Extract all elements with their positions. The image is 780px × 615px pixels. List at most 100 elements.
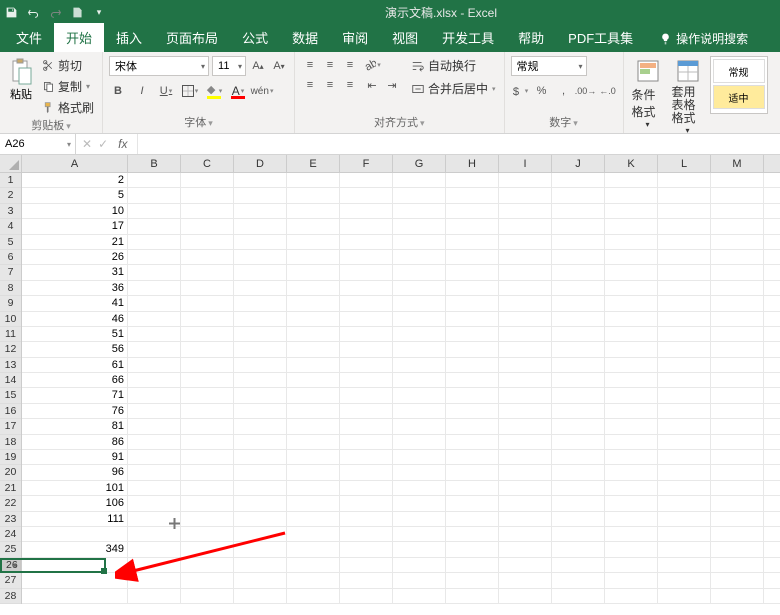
cell[interactable] [552, 496, 605, 510]
cell[interactable] [128, 573, 181, 587]
cell[interactable] [552, 589, 605, 603]
cell[interactable] [393, 465, 446, 479]
cell[interactable] [658, 235, 711, 249]
tab-file[interactable]: 文件 [4, 23, 54, 52]
cell[interactable] [446, 404, 499, 418]
cell[interactable] [711, 573, 764, 587]
cell[interactable] [340, 281, 393, 295]
cell[interactable] [128, 235, 181, 249]
row-header[interactable]: 27 [0, 573, 21, 588]
cell[interactable] [499, 481, 552, 495]
cell[interactable] [499, 496, 552, 510]
cell[interactable] [181, 465, 234, 479]
cell[interactable] [128, 450, 181, 464]
cell[interactable] [393, 250, 446, 264]
cell[interactable] [711, 265, 764, 279]
row-header[interactable]: 8 [0, 281, 21, 296]
cell[interactable] [234, 327, 287, 341]
cell[interactable] [128, 419, 181, 433]
cell[interactable] [605, 188, 658, 202]
cancel-formula-icon[interactable]: ✕ [82, 137, 92, 151]
cell[interactable] [605, 281, 658, 295]
increase-font-icon[interactable]: A▴ [249, 57, 267, 75]
cell[interactable] [234, 558, 287, 572]
row-header[interactable]: 4 [0, 219, 21, 234]
col-header-C[interactable]: C [181, 155, 234, 173]
cell[interactable] [340, 527, 393, 541]
cell[interactable] [658, 465, 711, 479]
cell[interactable] [287, 558, 340, 572]
cell[interactable] [181, 327, 234, 341]
cell[interactable] [181, 281, 234, 295]
cell[interactable] [340, 512, 393, 526]
row-header[interactable]: 3 [0, 204, 21, 219]
cell[interactable] [499, 589, 552, 603]
row-header[interactable]: 26 [0, 558, 21, 573]
cell[interactable] [552, 481, 605, 495]
cell[interactable] [446, 358, 499, 372]
cell[interactable] [128, 589, 181, 603]
cell[interactable] [711, 358, 764, 372]
cell[interactable] [499, 327, 552, 341]
cell[interactable] [658, 188, 711, 202]
cell[interactable] [446, 542, 499, 556]
cell[interactable] [552, 358, 605, 372]
cell[interactable] [181, 512, 234, 526]
row-header[interactable]: 6 [0, 250, 21, 265]
tab-insert[interactable]: 插入 [104, 23, 154, 52]
cell[interactable] [605, 419, 658, 433]
cell[interactable] [181, 589, 234, 603]
cell[interactable] [234, 265, 287, 279]
cell[interactable] [234, 419, 287, 433]
cell[interactable] [552, 250, 605, 264]
cell[interactable] [446, 342, 499, 356]
row-header[interactable]: 7 [0, 265, 21, 280]
cell[interactable] [128, 558, 181, 572]
cell[interactable] [552, 435, 605, 449]
align-left-icon[interactable]: ≡ [301, 76, 319, 94]
cell[interactable] [605, 388, 658, 402]
cell[interactable] [340, 419, 393, 433]
cell[interactable] [658, 419, 711, 433]
cell[interactable] [181, 435, 234, 449]
cell[interactable] [181, 573, 234, 587]
cell[interactable] [499, 250, 552, 264]
cell[interactable] [340, 188, 393, 202]
cut-button[interactable]: 剪切 [40, 56, 96, 75]
cell[interactable] [287, 388, 340, 402]
percent-button[interactable]: % [533, 82, 551, 100]
cell[interactable] [128, 188, 181, 202]
cell[interactable]: 31 [22, 265, 128, 279]
cell[interactable] [499, 358, 552, 372]
cell[interactable] [446, 558, 499, 572]
cell[interactable] [552, 558, 605, 572]
cell[interactable] [181, 419, 234, 433]
cell[interactable] [393, 312, 446, 326]
cell[interactable] [22, 573, 128, 587]
cell[interactable] [393, 435, 446, 449]
cell[interactable] [499, 558, 552, 572]
tab-view[interactable]: 视图 [380, 23, 430, 52]
cell[interactable] [658, 527, 711, 541]
cell[interactable] [340, 435, 393, 449]
cell[interactable] [658, 265, 711, 279]
cell[interactable] [711, 204, 764, 218]
row-header[interactable]: 16 [0, 404, 21, 419]
cell[interactable] [128, 312, 181, 326]
cell[interactable] [552, 373, 605, 387]
cell-styles-gallery[interactable]: 常规 适中 [710, 56, 768, 114]
cell[interactable]: 51 [22, 327, 128, 341]
cell[interactable]: 10 [22, 204, 128, 218]
cell[interactable] [287, 373, 340, 387]
cell[interactable] [711, 512, 764, 526]
cell[interactable]: 2 [22, 173, 128, 187]
cell[interactable] [446, 327, 499, 341]
cell[interactable] [234, 250, 287, 264]
cell[interactable]: 106 [22, 496, 128, 510]
cell[interactable] [552, 527, 605, 541]
cell[interactable]: 41 [22, 296, 128, 310]
cell[interactable] [499, 235, 552, 249]
cell[interactable] [711, 404, 764, 418]
phonetic-button[interactable]: wén [253, 82, 271, 100]
tab-layout[interactable]: 页面布局 [154, 23, 230, 52]
